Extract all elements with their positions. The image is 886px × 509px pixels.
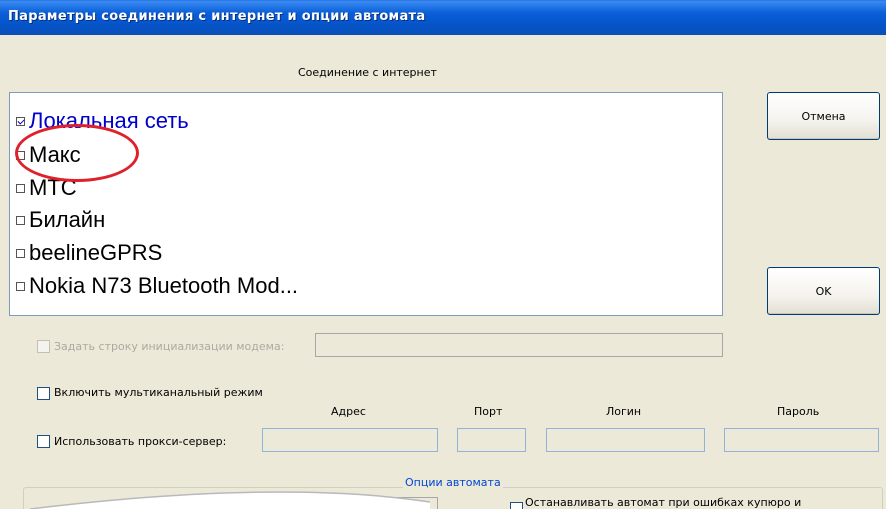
automat-value-field[interactable] <box>356 497 438 509</box>
connection-item-label: Локальная сеть <box>29 108 189 133</box>
proxy-label: Использовать прокси-сервер: <box>54 435 227 448</box>
cancel-button[interactable]: Отмена <box>767 92 880 140</box>
checkbox-icon[interactable] <box>16 281 25 291</box>
connection-section-title: Соединение с интернет <box>298 66 437 79</box>
checkbox-icon[interactable] <box>16 215 25 225</box>
proxy-address-header: Адрес <box>331 405 366 418</box>
connection-item-nokia[interactable]: Nokia N73 Bluetooth Mod... <box>16 270 298 302</box>
connection-item-maks[interactable]: Макс <box>16 139 81 171</box>
connection-item-mts[interactable]: МТС <box>16 172 77 204</box>
ok-button[interactable]: OK <box>767 267 880 315</box>
proxy-port-header: Порт <box>474 405 503 418</box>
proxy-checkbox[interactable] <box>37 435 50 448</box>
modem-init-field[interactable] <box>315 333 723 357</box>
checkbox-checked-icon[interactable] <box>16 116 25 126</box>
proxy-port-field[interactable] <box>457 428 526 452</box>
checkbox-icon[interactable] <box>16 248 25 258</box>
proxy-password-field[interactable] <box>724 428 879 452</box>
proxy-password-header: Пароль <box>777 405 820 418</box>
connection-item-label: Макс <box>29 142 81 167</box>
cancel-button-label: Отмена <box>801 109 846 123</box>
proxy-address-field[interactable] <box>262 428 438 452</box>
title-bar[interactable]: Параметры соединения с интернет и опции … <box>0 0 886 35</box>
dialog-window: Параметры соединения с интернет и опции … <box>0 0 886 509</box>
modem-init-label: Задать строку инициализации модема: <box>54 340 285 353</box>
connection-item-label: Билайн <box>29 207 106 232</box>
multichannel-label: Включить мультиканальный режим <box>54 386 263 399</box>
checkbox-icon[interactable] <box>16 183 25 193</box>
checkbox-icon[interactable] <box>16 150 25 160</box>
connection-list[interactable]: Локальная сеть Макс МТС Билайн beelineGP… <box>9 92 723 316</box>
automat-options-title: Опции автомата <box>403 476 503 489</box>
multichannel-checkbox[interactable] <box>37 387 50 400</box>
connection-item-label: beelineGPRS <box>29 240 163 265</box>
connection-item-beeline[interactable]: Билайн <box>16 204 105 236</box>
proxy-login-field[interactable] <box>546 428 705 452</box>
connection-item-local[interactable]: Локальная сеть <box>16 105 189 137</box>
proxy-login-header: Логин <box>606 405 642 418</box>
window-title: Параметры соединения с интернет и опции … <box>8 9 426 24</box>
stop-on-errors-checkbox[interactable] <box>510 502 523 509</box>
connection-item-label: МТС <box>29 175 77 200</box>
ok-button-label: OK <box>815 284 832 298</box>
connection-item-label: Nokia N73 Bluetooth Mod... <box>29 273 299 298</box>
modem-init-checkbox[interactable] <box>37 340 50 353</box>
stop-on-errors-label: Останавливать автомат при ошибках купюро… <box>525 496 802 509</box>
connection-item-beelinegprs[interactable]: beelineGPRS <box>16 237 162 269</box>
